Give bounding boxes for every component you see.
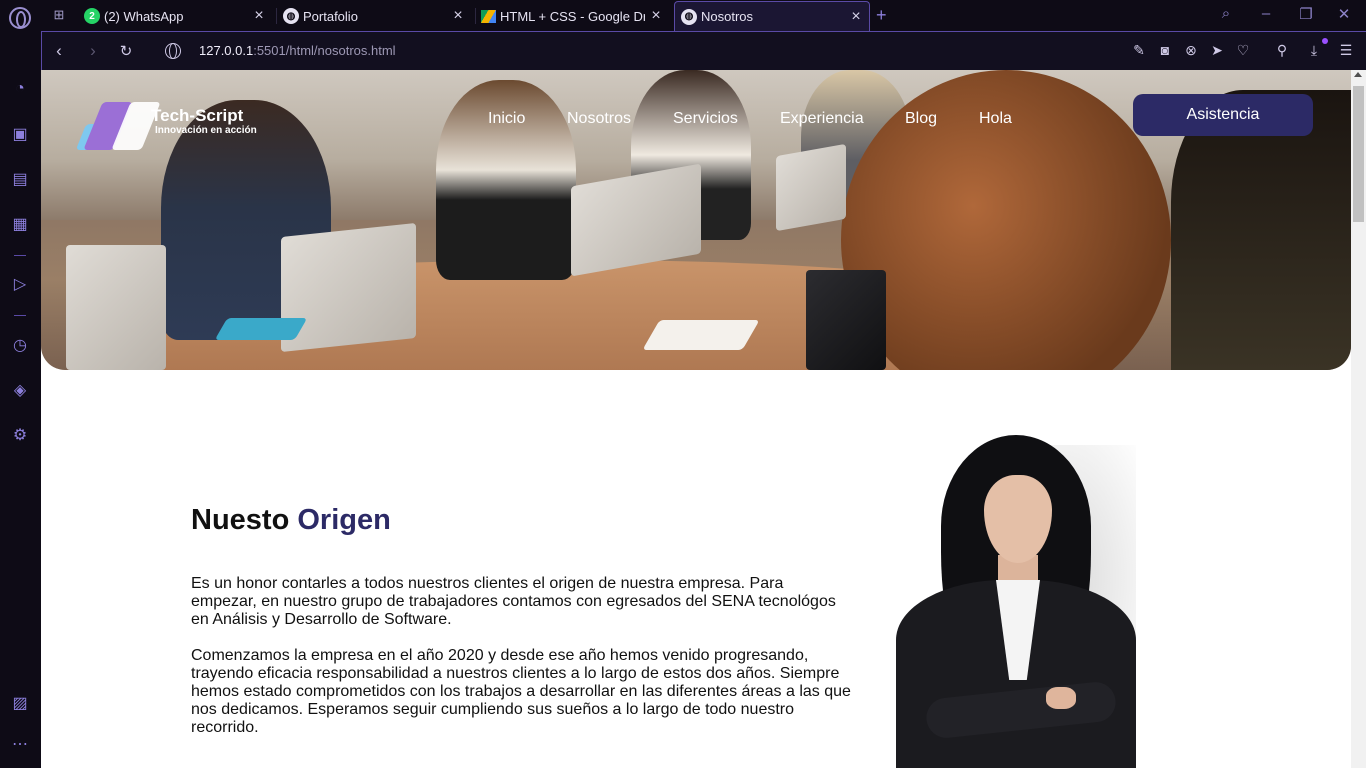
- scroll-up-arrow[interactable]: [1354, 72, 1362, 77]
- cube-icon[interactable]: ◈: [10, 381, 30, 401]
- section-title: Nuesto Origen: [191, 504, 391, 537]
- logo-name: Tech-Script: [151, 106, 244, 125]
- address-bar: ‹ › ↻ 127.0.0.1:5501/html/nosotros.html …: [41, 31, 1366, 70]
- opera-logo-icon[interactable]: [9, 7, 31, 29]
- download-icon[interactable]: ⤓: [1306, 42, 1322, 59]
- snapshot-edit-icon[interactable]: ✎: [1131, 42, 1147, 59]
- url-host: 127.0.0.1: [199, 43, 254, 58]
- tab-title: HTML + CSS - Google Drive: [500, 8, 645, 24]
- close-icon[interactable]: ×: [252, 8, 266, 24]
- sidebar-divider: [14, 255, 26, 256]
- tab-nosotros[interactable]: ◍ Nosotros ×: [674, 1, 870, 31]
- url-field[interactable]: 127.0.0.1:5501/html/nosotros.html: [199, 43, 396, 58]
- close-icon[interactable]: ×: [849, 8, 863, 24]
- tab-separator: [276, 8, 277, 24]
- nav-item-hola[interactable]: Hola: [979, 110, 1012, 128]
- sidebar-divider: [14, 315, 26, 316]
- photo-hand: [1046, 687, 1076, 709]
- close-icon[interactable]: ×: [451, 8, 465, 24]
- hero-laptop: [281, 222, 416, 353]
- account-icon[interactable]: ⚲: [1274, 42, 1290, 59]
- more-icon[interactable]: ⋯: [10, 735, 30, 755]
- hero-laptop: [66, 245, 166, 370]
- site-info-icon[interactable]: [165, 43, 181, 59]
- search-tabs-icon[interactable]: ⌕: [1216, 5, 1236, 22]
- tab-title: Nosotros: [701, 9, 754, 24]
- minimize-button[interactable]: –: [1256, 5, 1276, 22]
- sidebar: ◔ ▣ ▤ ▦ ▷ ◷ ◈ ⚙ ▨ ⋯: [0, 31, 40, 768]
- about-paragraph-1: Es un honor contarles a todos nuestros c…: [191, 575, 836, 628]
- nav-item-inicio[interactable]: Inicio: [488, 110, 525, 128]
- url-path: :5501/html/nosotros.html: [253, 43, 396, 58]
- tab-separator: [475, 8, 476, 24]
- page-scrollbar[interactable]: [1351, 70, 1366, 768]
- section-title-main: Nuesto: [191, 504, 290, 536]
- hero-folder: [214, 318, 308, 340]
- tab-portafolio[interactable]: ◍ Portafolio ×: [283, 1, 471, 31]
- close-window-button[interactable]: ✕: [1334, 5, 1354, 23]
- send-icon[interactable]: ➤: [1209, 42, 1225, 59]
- whatsapp-icon: 2: [84, 8, 100, 24]
- extensions-icon[interactable]: ▦: [10, 215, 30, 235]
- globe-icon: ◍: [681, 8, 697, 25]
- tab-google-drive[interactable]: HTML + CSS - Google Drive ×: [481, 1, 669, 31]
- team-member-photo: [896, 435, 1156, 768]
- page-viewport: Tech-Script Innovación en acción Inicio …: [41, 70, 1351, 768]
- site-logo[interactable]: Tech-Script Innovación en acción: [75, 100, 259, 152]
- adblock-icon[interactable]: ⊗: [1183, 42, 1199, 59]
- forward-button[interactable]: ›: [84, 41, 102, 61]
- globe-icon: ◍: [283, 8, 299, 24]
- settings-icon[interactable]: ⚙: [10, 426, 30, 446]
- twitch-icon[interactable]: ▤: [10, 170, 30, 190]
- section-title-accent: Origen: [297, 504, 391, 536]
- gallery-icon[interactable]: ▨: [10, 694, 30, 714]
- camera-icon[interactable]: ◙: [1157, 42, 1173, 58]
- back-button[interactable]: ‹: [50, 41, 68, 61]
- asistencia-button[interactable]: Asistencia: [1133, 94, 1313, 136]
- hero-banner: Tech-Script Innovación en acción Inicio …: [41, 70, 1351, 370]
- nav-item-blog[interactable]: Blog: [905, 110, 937, 128]
- shopping-icon[interactable]: ▣: [10, 125, 30, 145]
- nav-item-nosotros[interactable]: Nosotros: [567, 110, 631, 128]
- tab-bar: ⊞ 2 (2) WhatsApp × ◍ Portafolio × HTML +…: [0, 0, 1366, 31]
- download-badge: [1322, 38, 1328, 44]
- logo-tagline: Innovación en acción: [155, 125, 257, 136]
- google-drive-icon: [481, 9, 496, 23]
- close-icon[interactable]: ×: [649, 8, 663, 24]
- heart-icon[interactable]: ♡: [1235, 42, 1251, 59]
- speed-dial-icon[interactable]: ◔: [10, 79, 30, 99]
- player-icon[interactable]: ▷: [10, 275, 30, 295]
- nav-item-experiencia[interactable]: Experiencia: [780, 110, 864, 128]
- easy-setup-icon[interactable]: ☰: [1338, 42, 1354, 59]
- reload-button[interactable]: ↻: [117, 42, 135, 60]
- hero-paper: [642, 320, 760, 350]
- history-icon[interactable]: ◷: [10, 336, 30, 356]
- new-tab-button[interactable]: +: [876, 5, 887, 26]
- tab-title: (2) WhatsApp: [104, 8, 184, 24]
- hero-laptop: [776, 143, 846, 232]
- hero-laptop: [806, 270, 886, 370]
- restore-button[interactable]: ❐: [1296, 5, 1316, 23]
- scroll-thumb[interactable]: [1353, 86, 1364, 222]
- tab-whatsapp[interactable]: 2 (2) WhatsApp ×: [84, 1, 272, 31]
- about-paragraph-2: Comenzamos la empresa en el año 2020 y d…: [191, 647, 851, 736]
- tab-title: Portafolio: [303, 8, 358, 24]
- gamepad-icon[interactable]: ⊞: [50, 8, 68, 22]
- nav-item-servicios[interactable]: Servicios: [673, 110, 738, 128]
